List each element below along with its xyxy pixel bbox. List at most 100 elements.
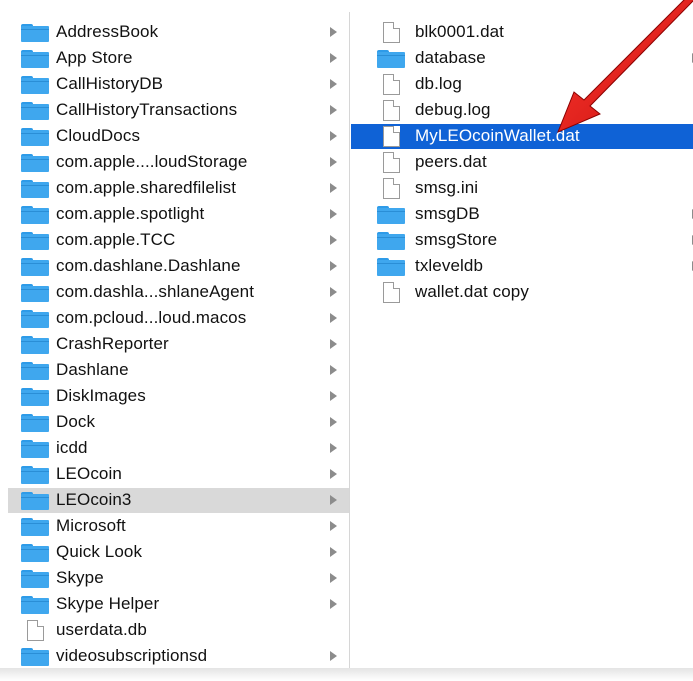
column1-row[interactable]: com.dashlane.Dashlane	[8, 254, 349, 279]
column1-row[interactable]: com.pcloud...loud.macos	[8, 306, 349, 331]
folder-icon	[21, 362, 49, 380]
folder-icon	[21, 648, 49, 666]
chevron-right-icon[interactable]	[330, 183, 337, 193]
column2-row[interactable]: smsgStore	[351, 228, 693, 253]
red-arrow-annotation	[557, 0, 693, 133]
chevron-right-icon[interactable]	[330, 365, 337, 375]
column1-row[interactable]: LEOcoin3	[8, 488, 349, 513]
column2-item-label: db.log	[415, 74, 462, 93]
folder-icon	[21, 440, 49, 458]
chevron-right-icon[interactable]	[330, 131, 337, 141]
chevron-right-icon[interactable]	[330, 391, 337, 401]
column1-item-label: Skype	[56, 568, 104, 587]
chevron-right-icon[interactable]	[330, 651, 337, 661]
chevron-right-icon[interactable]	[330, 443, 337, 453]
column2-row[interactable]: peers.dat	[351, 150, 693, 175]
chevron-right-icon[interactable]	[330, 105, 337, 115]
column1-item-label: userdata.db	[56, 620, 147, 639]
chevron-right-icon[interactable]	[330, 27, 337, 37]
column1-row[interactable]: videosubscriptionsd	[8, 644, 349, 669]
chevron-right-icon[interactable]	[330, 469, 337, 479]
document-icon	[377, 126, 405, 147]
column1-row[interactable]: CrashReporter	[8, 332, 349, 357]
column1-row[interactable]: CallHistoryTransactions	[8, 98, 349, 123]
column2-item-label: database	[415, 48, 486, 67]
folder-icon	[21, 518, 49, 536]
column2-item-label: debug.log	[415, 100, 491, 119]
folder-icon	[377, 232, 405, 250]
column1-row[interactable]: com.apple.TCC	[8, 228, 349, 253]
chevron-right-icon[interactable]	[330, 573, 337, 583]
chevron-right-icon[interactable]	[330, 235, 337, 245]
column1-item-label: CrashReporter	[56, 334, 169, 353]
column1-item-label: com.dashla...shlaneAgent	[56, 282, 255, 301]
document-icon	[21, 620, 49, 641]
column1-row[interactable]: Dock	[8, 410, 349, 435]
column1-item-label: LEOcoin3	[56, 490, 132, 509]
folder-icon	[21, 154, 49, 172]
chevron-right-icon[interactable]	[330, 261, 337, 271]
chevron-right-icon[interactable]	[330, 157, 337, 167]
folder-icon	[21, 414, 49, 432]
chevron-right-icon[interactable]	[330, 287, 337, 297]
column1-row[interactable]: com.apple.spotlight	[8, 202, 349, 227]
column2-item-label: txleveldb	[415, 256, 483, 275]
column1-item-label: com.apple....loudStorage	[56, 152, 248, 171]
folder-icon	[21, 466, 49, 484]
column2-item-label: wallet.dat copy	[415, 282, 529, 301]
column1-item-label: Dashlane	[56, 360, 129, 379]
column1-row[interactable]: Microsoft	[8, 514, 349, 539]
folder-icon	[21, 544, 49, 562]
column1-item-label: com.apple.TCC	[56, 230, 176, 249]
column1-row[interactable]: AddressBook	[8, 20, 349, 45]
column1-item-label: com.apple.sharedfilelist	[56, 178, 237, 197]
document-icon	[377, 282, 405, 303]
column1-row[interactable]: DiskImages	[8, 384, 349, 409]
chevron-right-icon[interactable]	[330, 417, 337, 427]
folder-icon	[21, 336, 49, 354]
column1-row[interactable]: userdata.db	[8, 618, 349, 643]
column1-row[interactable]: CloudDocs	[8, 124, 349, 149]
chevron-right-icon[interactable]	[330, 547, 337, 557]
chevron-right-icon[interactable]	[330, 599, 337, 609]
column1-row[interactable]: com.apple....loudStorage	[8, 150, 349, 175]
column2-item-label: peers.dat	[415, 152, 487, 171]
folder-icon	[21, 570, 49, 588]
chevron-right-icon[interactable]	[330, 79, 337, 89]
column1-row[interactable]: com.apple.sharedfilelist	[8, 176, 349, 201]
column1-row[interactable]: LEOcoin	[8, 462, 349, 487]
column1-row[interactable]: com.dashla...shlaneAgent	[8, 280, 349, 305]
column1-row[interactable]: App Store	[8, 46, 349, 71]
folder-icon	[21, 180, 49, 198]
chevron-right-icon[interactable]	[330, 495, 337, 505]
column1-item-label: com.apple.spotlight	[56, 204, 205, 223]
folder-icon	[21, 258, 49, 276]
column1-row[interactable]: Quick Look	[8, 540, 349, 565]
chevron-right-icon[interactable]	[330, 521, 337, 531]
column1-row[interactable]: Dashlane	[8, 358, 349, 383]
chevron-right-icon[interactable]	[330, 53, 337, 63]
column1-item-label: AddressBook	[56, 22, 159, 41]
column1-item-label: DiskImages	[56, 386, 146, 405]
column2-row[interactable]: smsgDB	[351, 202, 693, 227]
folder-icon	[21, 310, 49, 328]
chevron-right-icon[interactable]	[330, 313, 337, 323]
document-icon	[377, 178, 405, 199]
column1-row[interactable]: Skype Helper	[8, 592, 349, 617]
column1-row[interactable]: CallHistoryDB	[8, 72, 349, 97]
chevron-right-icon[interactable]	[330, 209, 337, 219]
column1-item-label: LEOcoin	[56, 464, 122, 483]
column1-row[interactable]: icdd	[8, 436, 349, 461]
folder-icon	[21, 128, 49, 146]
column2-item-label: smsgDB	[415, 204, 480, 223]
column2-row[interactable]: smsg.ini	[351, 176, 693, 201]
chevron-right-icon[interactable]	[330, 339, 337, 349]
column1-item-label: Quick Look	[56, 542, 143, 561]
folder-icon	[21, 232, 49, 250]
folder-icon	[21, 102, 49, 120]
folder-icon	[21, 50, 49, 68]
column1-row[interactable]: Skype	[8, 566, 349, 591]
column2-row[interactable]: wallet.dat copy	[351, 280, 693, 305]
column2-row[interactable]: txleveldb	[351, 254, 693, 279]
finder-column-1[interactable]: AddressBook App Store CallHistoryDB CallHis…	[8, 12, 350, 668]
